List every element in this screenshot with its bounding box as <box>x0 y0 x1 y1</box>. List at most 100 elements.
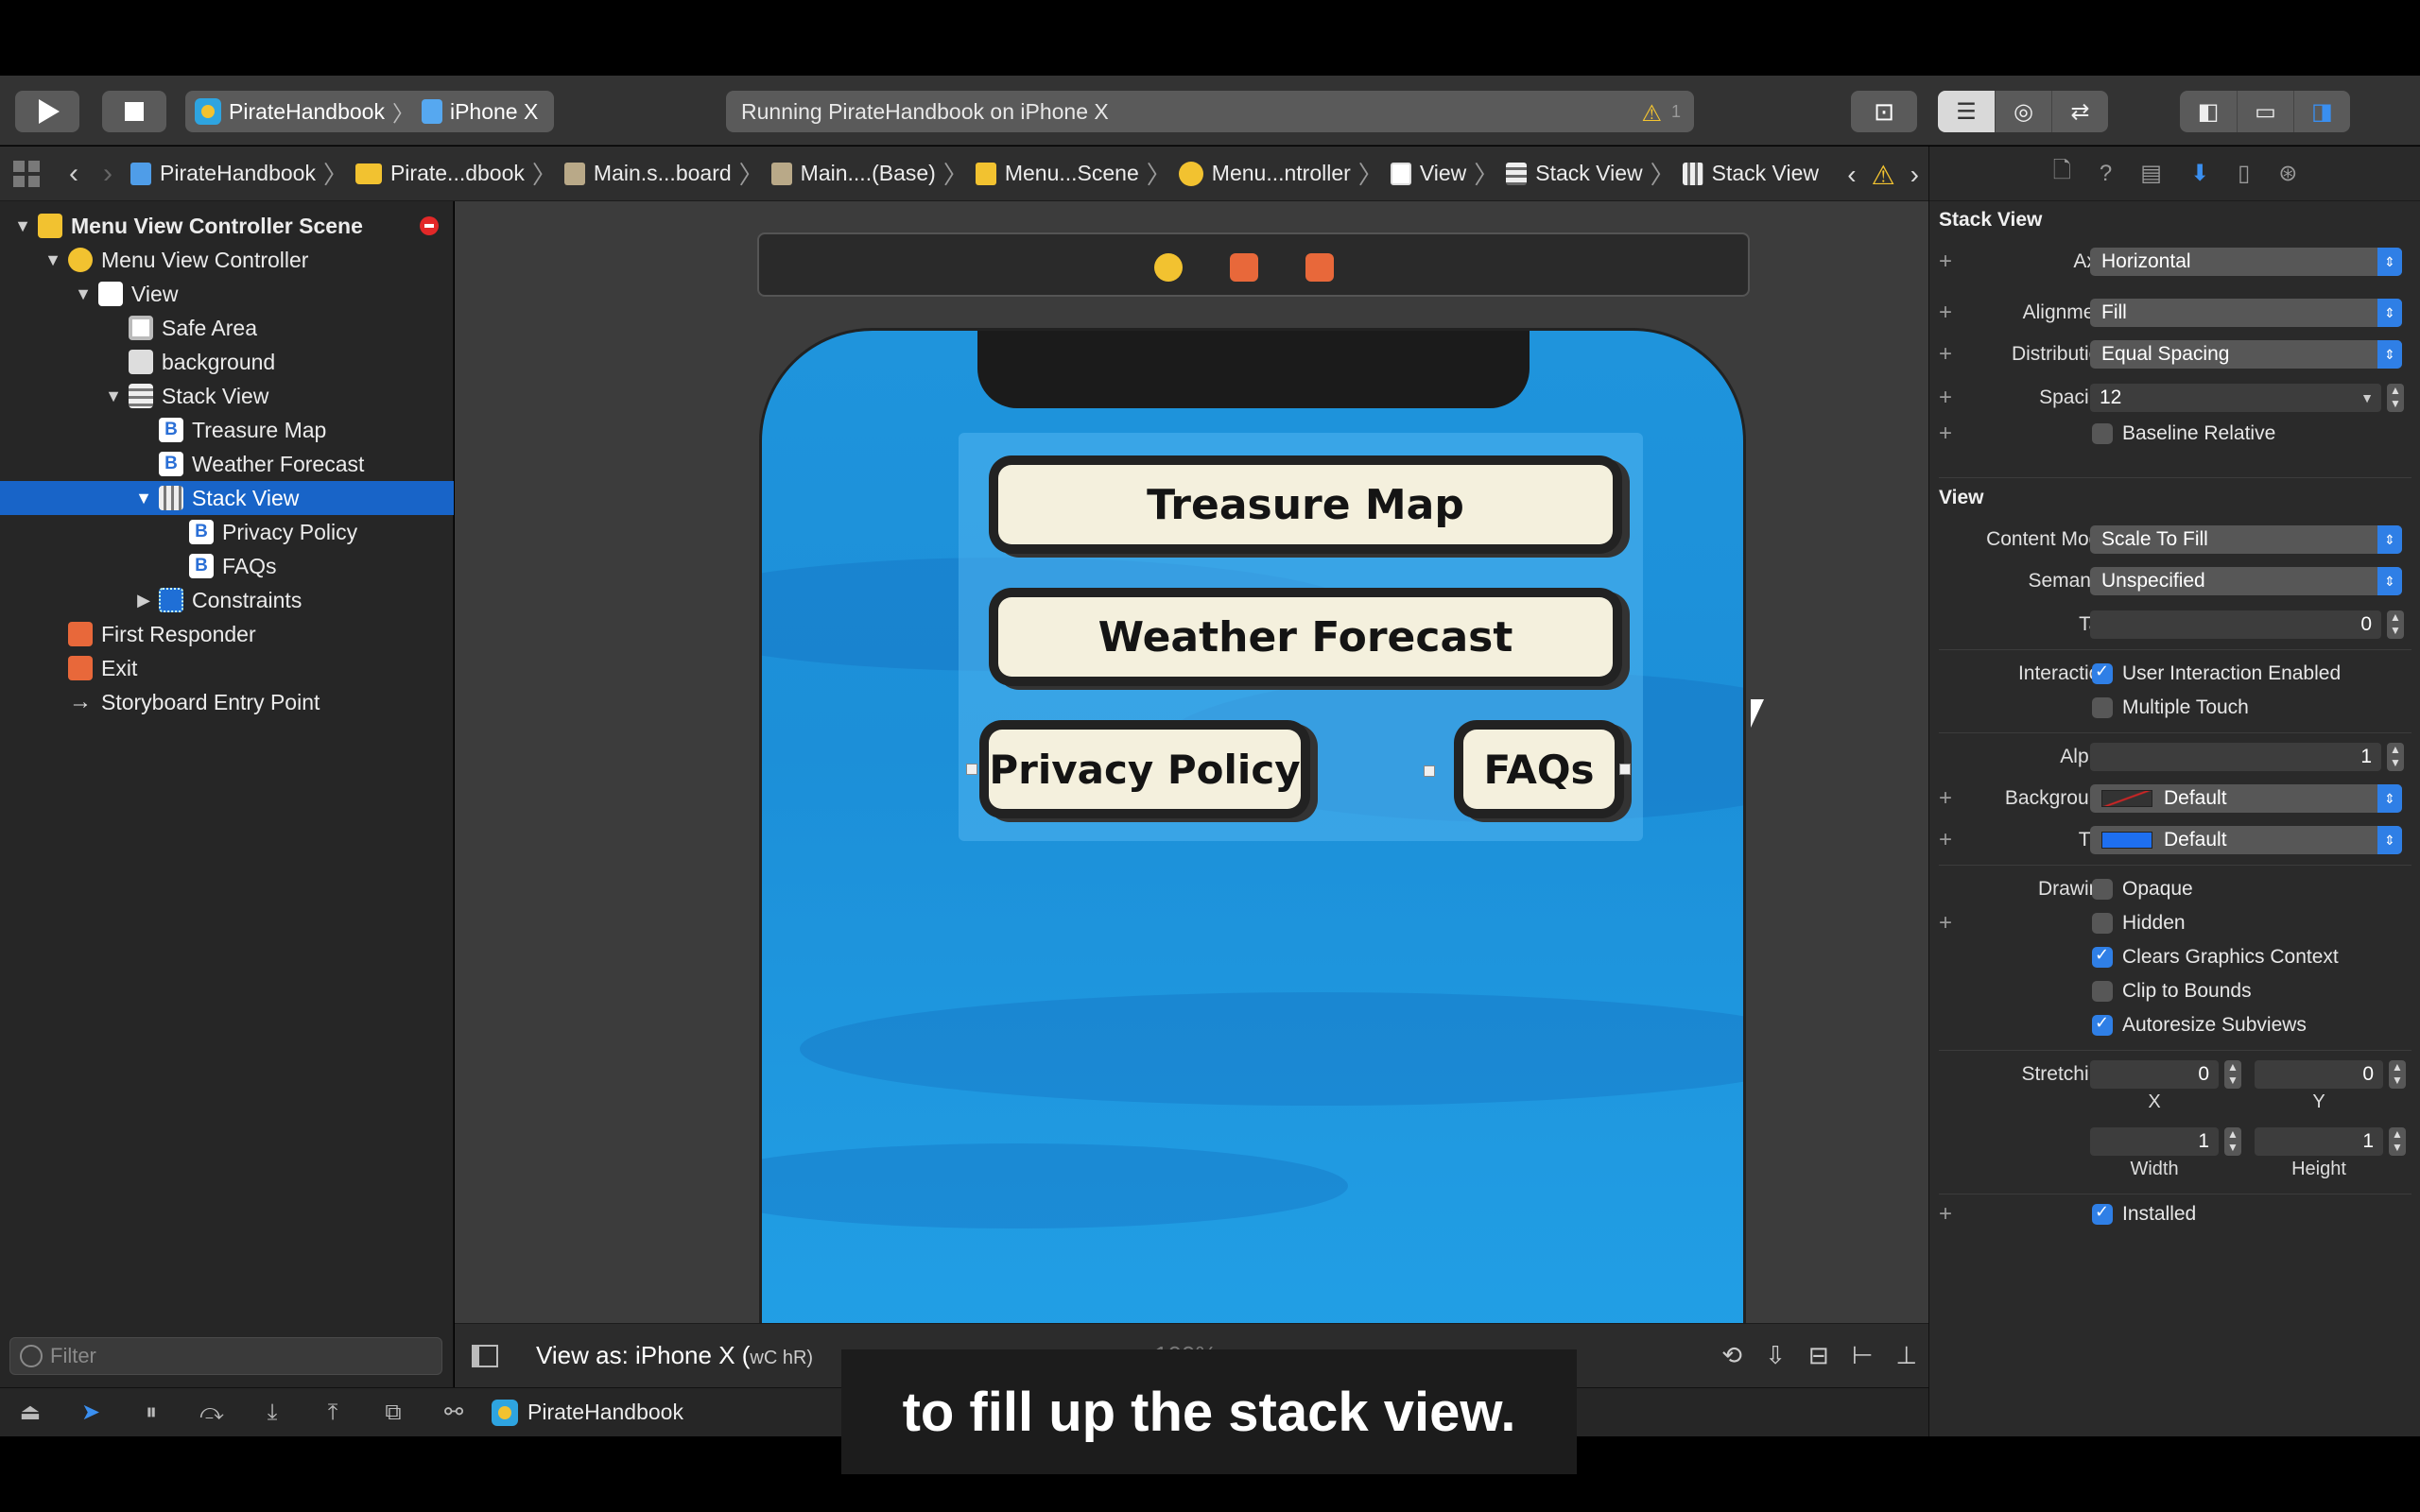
privacy-policy-button[interactable]: Privacy Policy <box>989 730 1301 809</box>
outline-row-view[interactable]: ▼ View <box>0 277 454 311</box>
view-controller-icon[interactable] <box>1154 253 1183 282</box>
step-over-icon[interactable]: ⤼ <box>182 1400 242 1426</box>
back-arrow-icon[interactable]: ‹ <box>57 158 91 190</box>
opaque-checkbox[interactable] <box>2092 879 2113 900</box>
stretch-width-field[interactable]: 1 <box>2090 1127 2219 1156</box>
crumb-scene[interactable]: Menu...Scene <box>970 161 1145 186</box>
crumb-folder[interactable]: Pirate...dbook <box>350 161 530 186</box>
outline-row-stack-view[interactable]: ▼ Stack View <box>0 379 454 413</box>
step-in-icon[interactable]: ⤓ <box>242 1400 302 1426</box>
connections-inspector-icon[interactable]: ⊛ <box>2278 160 2297 187</box>
plus-icon[interactable]: + <box>1939 827 1952 853</box>
storyboard-canvas[interactable]: Treasure Map Weather Forecast Privacy Po… <box>455 201 1928 1387</box>
navigator-toggle-icon[interactable]: ◧ <box>2180 91 2237 132</box>
outline-row-weather-forecast[interactable]: B Weather Forecast <box>0 447 454 481</box>
error-badge-icon[interactable] <box>420 216 439 235</box>
outline-filter-field[interactable]: Filter <box>9 1337 442 1375</box>
plus-icon[interactable]: + <box>1939 300 1952 326</box>
tint-popup[interactable]: Default ⇕ <box>2090 826 2402 854</box>
faqs-button[interactable]: FAQs <box>1463 730 1615 809</box>
update-frames-icon[interactable]: ⟲ <box>1721 1341 1742 1370</box>
multiple-touch-checkbox[interactable] <box>2092 697 2113 718</box>
outline-row-faqs[interactable]: B FAQs <box>0 549 454 583</box>
alpha-stepper[interactable]: ▲ ▼ <box>2387 743 2404 771</box>
crumb-base[interactable]: Main....(Base) <box>766 161 942 186</box>
stretch-x-stepper[interactable]: ▲ ▼ <box>2224 1060 2241 1089</box>
resolve-issues-icon[interactable]: ⊥ <box>1895 1341 1917 1370</box>
installed-checkbox[interactable] <box>2092 1202 2113 1225</box>
crumb-controller[interactable]: Menu...ntroller <box>1173 161 1357 186</box>
plus-icon[interactable]: + <box>1939 341 1952 368</box>
crumb-stack-view-selected[interactable]: Stack View <box>1677 161 1824 186</box>
outline-row-exit[interactable]: Exit <box>0 651 454 685</box>
alignment-popup[interactable]: Fill ⇕ <box>2090 299 2402 327</box>
user-interaction-checkbox[interactable] <box>2092 662 2113 684</box>
identity-inspector-icon[interactable]: ▤ <box>2140 160 2162 187</box>
help-inspector-icon[interactable]: ? <box>2100 161 2112 187</box>
outline-toggle-icon[interactable] <box>472 1344 498 1367</box>
plus-icon[interactable]: + <box>1939 249 1952 275</box>
debug-toggle-icon[interactable]: ▭ <box>2237 91 2293 132</box>
warning-icon[interactable]: ⚠ <box>1641 100 1662 128</box>
crumb-storyboard[interactable]: Main.s...board <box>559 161 737 186</box>
size-inspector-icon[interactable]: ▯ <box>2238 160 2250 187</box>
previous-issue-icon[interactable]: ‹ <box>1847 160 1856 191</box>
semantic-popup[interactable]: Unspecified ⇕ <box>2090 567 2402 595</box>
autoresize-checkbox[interactable] <box>2092 1013 2113 1036</box>
related-items-icon[interactable] <box>13 160 40 187</box>
warning-icon[interactable]: ⚠ <box>1872 160 1895 191</box>
outline-row-treasure-map[interactable]: B Treasure Map <box>0 413 454 447</box>
pause-icon[interactable]: ⏸ <box>121 1400 182 1426</box>
background-popup[interactable]: Default ⇕ <box>2090 784 2402 813</box>
outline-row-privacy-policy[interactable]: B Privacy Policy <box>0 515 454 549</box>
stretch-height-stepper[interactable]: ▲ ▼ <box>2389 1127 2406 1156</box>
tag-stepper[interactable]: ▲ ▼ <box>2387 610 2404 639</box>
baseline-checkbox[interactable] <box>2092 423 2113 444</box>
plus-icon[interactable]: + <box>1939 421 1952 447</box>
outline-row-background[interactable]: background <box>0 345 454 379</box>
stop-button[interactable] <box>102 91 166 132</box>
memory-graph-icon[interactable]: ⚯ <box>424 1399 484 1426</box>
crumb-view[interactable]: View <box>1385 161 1472 186</box>
content-mode-popup[interactable]: Scale To Fill ⇕ <box>2090 525 2402 554</box>
standard-editor-icon[interactable]: ☰ <box>1938 91 1995 132</box>
outline-row-constraints[interactable]: ▶ Constraints <box>0 583 454 617</box>
disclosure-open-icon[interactable]: ▼ <box>74 284 93 304</box>
weather-forecast-button[interactable]: Weather Forecast <box>998 597 1613 677</box>
crumb-stack-view[interactable]: Stack View <box>1500 161 1648 186</box>
scheme-selector[interactable]: PirateHandbook 〉 iPhone X <box>185 91 554 132</box>
alpha-field[interactable]: 1 <box>2090 743 2381 771</box>
distribution-popup[interactable]: Equal Spacing ⇕ <box>2090 340 2402 369</box>
resize-handle[interactable] <box>1424 765 1435 777</box>
stretch-height-field[interactable]: 1 <box>2255 1127 2383 1156</box>
disclosure-closed-icon[interactable]: ▶ <box>134 591 153 610</box>
chevron-down-icon[interactable]: ▼ <box>2360 390 2374 405</box>
align-icon[interactable]: ⊟ <box>1808 1341 1829 1370</box>
inspector-toggle-icon[interactable]: ◨ <box>2293 91 2350 132</box>
resize-handle-left[interactable] <box>966 764 977 775</box>
outline-row-entry-point[interactable]: → Storyboard Entry Point <box>0 685 454 719</box>
clip-checkbox[interactable] <box>2092 981 2113 1002</box>
disclosure-open-icon[interactable]: ▼ <box>13 216 32 236</box>
outline-row-stack-view-selected[interactable]: ▼ Stack View <box>0 481 454 515</box>
attributes-inspector-icon[interactable]: ⬇ <box>2190 160 2209 187</box>
disclosure-open-icon[interactable]: ▼ <box>104 387 123 406</box>
iphone-x-frame[interactable]: Treasure Map Weather Forecast Privacy Po… <box>759 328 1746 1387</box>
version-editor-icon[interactable]: ⇄ <box>2051 91 2108 132</box>
breakpoints-icon[interactable]: ➤ <box>60 1399 121 1426</box>
assistant-editor-icon[interactable]: ◎ <box>1995 91 2051 132</box>
stretch-x-field[interactable]: 0 <box>2090 1060 2219 1089</box>
resize-handle-right[interactable] <box>1619 764 1631 775</box>
plus-icon[interactable]: + <box>1939 910 1952 936</box>
next-issue-icon[interactable]: › <box>1910 160 1919 191</box>
library-button[interactable]: ⊡ <box>1851 91 1917 132</box>
debug-target-label[interactable]: PirateHandbook <box>527 1400 683 1425</box>
step-out-icon[interactable]: ⤒ <box>302 1400 363 1426</box>
plus-icon[interactable]: + <box>1939 385 1952 411</box>
axis-popup[interactable]: Horizontal ⇕ <box>2090 248 2402 276</box>
hidden-checkbox[interactable] <box>2092 913 2113 934</box>
add-constraints-icon[interactable]: ⊢ <box>1852 1341 1874 1370</box>
file-inspector-icon[interactable]: 🗋 <box>2053 154 2071 193</box>
stretch-y-field[interactable]: 0 <box>2255 1060 2383 1089</box>
view-as-label[interactable]: View as: iPhone X (wC hR) <box>536 1341 813 1370</box>
